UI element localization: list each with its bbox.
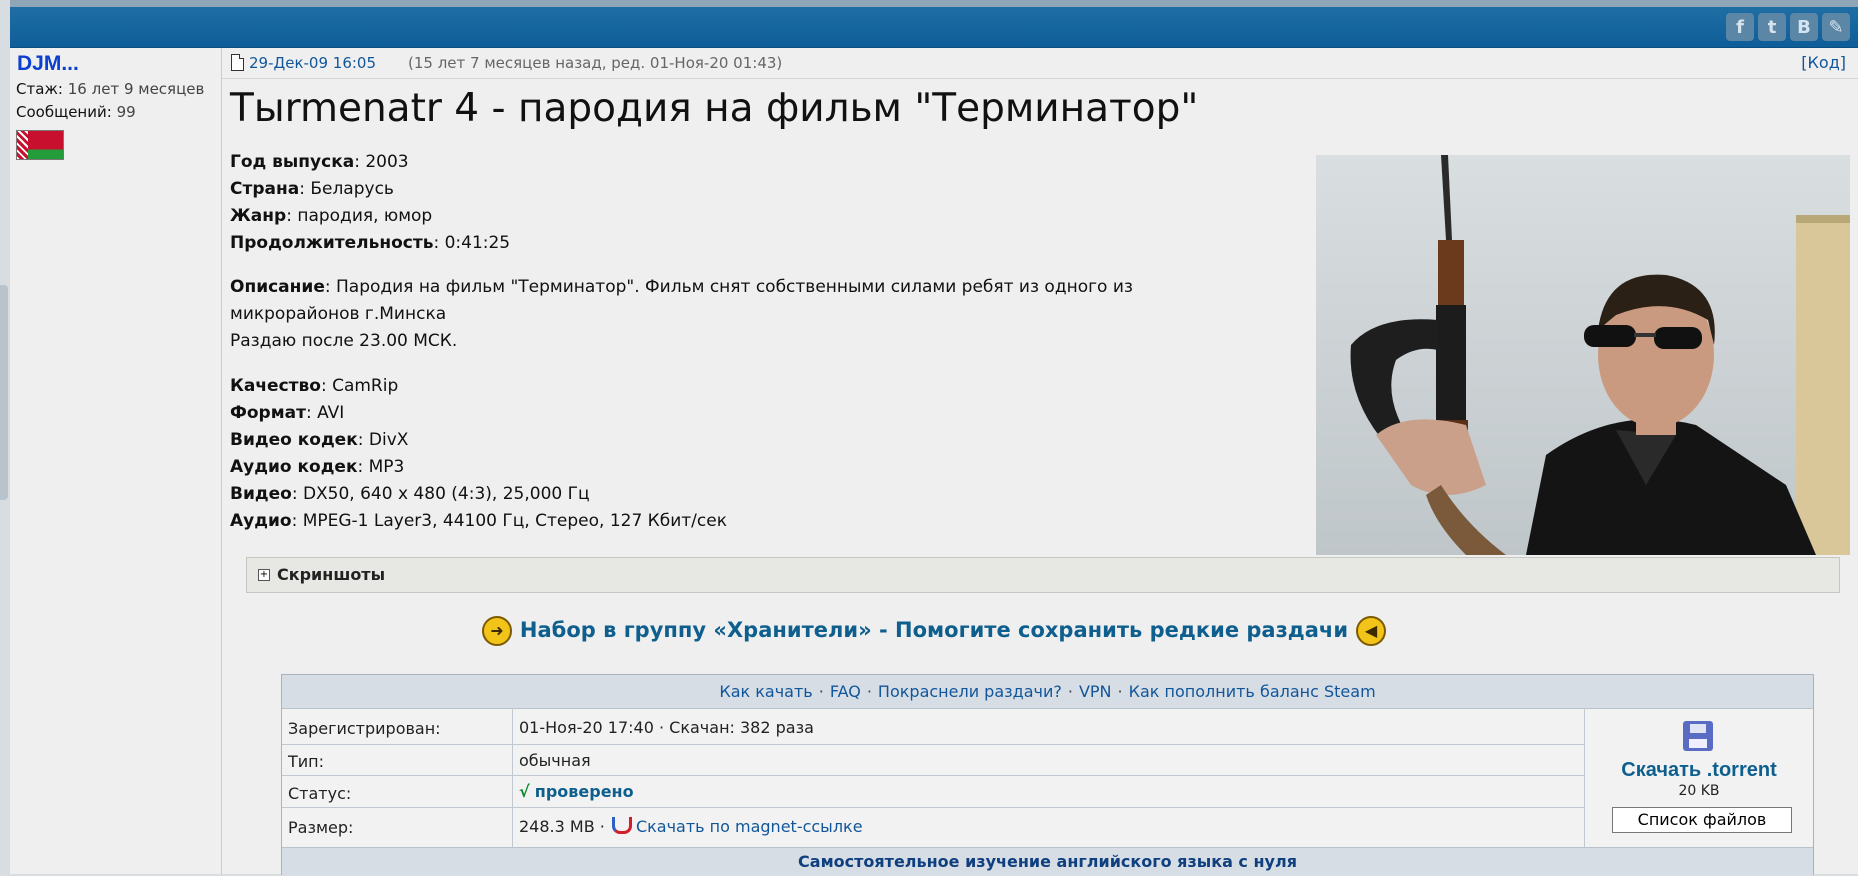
user-posts: Сообщений: 99: [16, 103, 136, 121]
posts-value: 99: [116, 103, 136, 121]
keepers-banner-link[interactable]: Набор в группу «Хранители» - Помогите со…: [520, 618, 1348, 642]
magnet-link[interactable]: Скачать по magnet-ссылке: [636, 817, 863, 836]
expand-icon[interactable]: +: [258, 569, 270, 581]
size-row: Размер: 248.3 MB · Скачать по magnet-ссы…: [288, 817, 863, 837]
screenshots-spoiler[interactable]: + Скриншоты: [246, 557, 1840, 593]
link-steam-balance[interactable]: Как пополнить баланс Steam: [1129, 682, 1376, 701]
country-row: Страна: Беларусь: [230, 179, 394, 199]
checkmark-icon: √: [519, 782, 530, 801]
release-details: Год выпуска: 2003 Страна: Беларусь Жанр:…: [230, 149, 510, 257]
seeding-note: Раздаю после 23.00 МСК.: [230, 331, 458, 351]
status-value: проверено: [534, 782, 634, 801]
poster-image[interactable]: [1316, 155, 1850, 555]
post-date-link[interactable]: 29-Дек-09 16:05: [249, 54, 376, 72]
description-text-2: микрорайонов г.Минска: [230, 304, 447, 324]
pencil-icon[interactable]: ✎: [1822, 13, 1850, 41]
download-panel: Скачать .torrent 20 KB Список файлов: [1585, 709, 1813, 847]
torrent-file-size: 20 KB: [1678, 783, 1720, 799]
torrent-info-table: Как качать · FAQ · Покраснели раздачи? · VPN · К…: [281, 674, 1814, 876]
link-red-seeds[interactable]: Покраснели раздачи?: [878, 682, 1062, 701]
side-scroll-tab[interactable]: [0, 285, 8, 500]
username[interactable]: DJM...: [17, 52, 79, 76]
video-codec-row: Видео кодек: DivX: [230, 430, 409, 450]
english-course-link[interactable]: Самостоятельное изучение английского язы…: [282, 847, 1813, 876]
keepers-banner: ➜ Набор в группу «Хранители» - Помогите с…: [10, 616, 1858, 646]
spoiler-label[interactable]: Скриншоты: [277, 565, 385, 584]
status-row: Статус: √ проверено: [282, 776, 1584, 808]
social-links: f t B ✎: [1726, 13, 1850, 41]
description-label: Описание: [230, 277, 325, 297]
stage-label: Стаж:: [16, 80, 63, 98]
vk-icon[interactable]: B: [1790, 13, 1818, 41]
description-block: Описание: Пародия на фильм "Терминатор".…: [230, 274, 1133, 355]
code-link[interactable]: [Код]: [1801, 53, 1846, 72]
magnet-icon[interactable]: [611, 817, 632, 834]
registered-row: Зарегистрирован: 01-Ноя-20 17:40 · Скача…: [282, 709, 1584, 745]
audio-codec-row: Аудио кодек: MP3: [230, 457, 405, 477]
user-stage: Стаж: 16 лет 9 месяцев: [16, 80, 204, 98]
facebook-icon[interactable]: f: [1726, 13, 1754, 41]
posts-label: Сообщений:: [16, 103, 112, 121]
quality-row: Качество: CamRip: [230, 376, 399, 396]
arrow-left-icon: ◀: [1356, 616, 1387, 646]
belarus-flag-icon: [16, 130, 64, 160]
year-row: Год выпуска: 2003: [230, 152, 409, 172]
user-sidebar: [10, 48, 222, 874]
post-title: Тыrmenatr 4 - пародия на фильм "Терминат…: [230, 86, 1199, 131]
video-row: Видео: DX50, 640 x 480 (4:3), 25,000 Гц: [230, 484, 590, 504]
post-document-icon: [231, 54, 244, 71]
link-vpn[interactable]: VPN: [1079, 682, 1112, 701]
top-accent-line: [10, 0, 1858, 7]
help-links-bar: Как качать · FAQ · Покраснели раздачи? · VPN · К…: [282, 675, 1813, 709]
link-faq[interactable]: FAQ: [830, 682, 861, 701]
twitter-icon[interactable]: t: [1758, 13, 1786, 41]
duration-row: Продолжительность: 0:41:25: [230, 233, 511, 253]
audio-row: Аудио: MPEG-1 Layer3, 44100 Гц, Стерео, …: [230, 511, 727, 531]
post-edit-note: (15 лет 7 месяцев назад, ред. 01-Ноя-20 …: [408, 54, 783, 72]
genre-row: Жанр: пародия, юмор: [230, 206, 433, 226]
link-how-to-download[interactable]: Как качать: [719, 682, 812, 701]
description-text: : Пародия на фильм "Терминатор". Фильм с…: [324, 277, 1133, 297]
file-list-button[interactable]: Список файлов: [1612, 807, 1792, 833]
download-torrent-link[interactable]: Скачать .torrent: [1585, 759, 1813, 782]
tech-details: Качество: CamRip Формат: AVI Видео кодек…: [230, 373, 727, 535]
type-row: Тип: обычная: [282, 745, 1584, 776]
stage-value: 16 лет 9 месяцев: [67, 80, 205, 98]
floppy-disk-icon[interactable]: [1683, 721, 1713, 751]
size-value: 248.3 MB: [519, 817, 595, 836]
arrow-right-icon: ➜: [481, 616, 512, 646]
page-frame: f t B ✎ DJM... Стаж: 16 лет 9 месяцев Со…: [10, 0, 1858, 876]
format-row: Формат: AVI: [230, 403, 345, 423]
header-bar: f t B ✎: [10, 7, 1858, 48]
post-header: 29-Дек-09 16:05 (15 лет 7 месяцев назад,…: [222, 48, 1858, 79]
